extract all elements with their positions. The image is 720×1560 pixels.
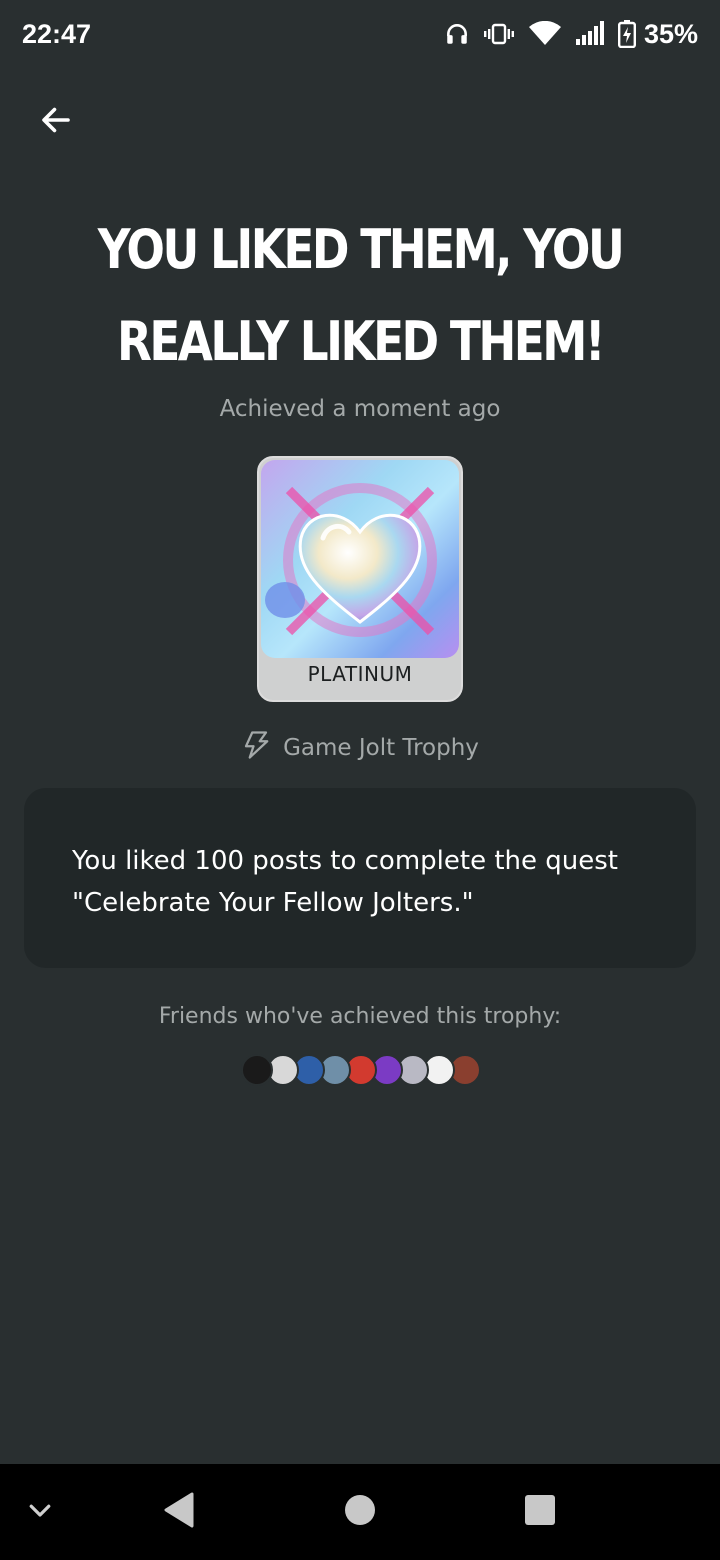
achieved-time: Achieved a moment ago bbox=[219, 396, 501, 422]
jolt-bolt-icon bbox=[241, 730, 271, 766]
trophy-title: YOU LIKED THEM, YOU REALLY LIKED THEM! bbox=[97, 218, 625, 373]
trophy-image bbox=[261, 460, 459, 658]
recents-square-icon bbox=[524, 1494, 556, 1530]
signal-icon bbox=[575, 21, 604, 47]
chevron-down-icon bbox=[25, 1495, 55, 1529]
battery-charging-icon bbox=[617, 20, 636, 48]
trophy-type-label: Game Jolt Trophy bbox=[283, 735, 479, 761]
navigation-bar bbox=[0, 1464, 720, 1560]
trophy-card[interactable]: PLATINUM bbox=[257, 456, 463, 702]
headphones-icon bbox=[444, 21, 470, 47]
arrow-left-icon bbox=[38, 102, 74, 142]
trophy-description: You liked 100 posts to complete the ques… bbox=[72, 846, 618, 918]
description-panel: You liked 100 posts to complete the ques… bbox=[24, 788, 696, 968]
wifi-icon bbox=[528, 21, 562, 47]
home-circle-icon bbox=[344, 1494, 376, 1530]
status-time: 22:47 bbox=[22, 18, 92, 49]
nav-back-button[interactable] bbox=[138, 1464, 218, 1560]
status-bar: 22:47 35% bbox=[0, 0, 720, 68]
friends-label: Friends who've achieved this trophy: bbox=[158, 1004, 562, 1029]
back-triangle-icon bbox=[162, 1492, 194, 1532]
friend-avatars[interactable] bbox=[241, 1054, 481, 1086]
nav-recents-button[interactable] bbox=[500, 1464, 580, 1560]
trophy-type: Game Jolt Trophy bbox=[0, 730, 720, 766]
back-button[interactable] bbox=[34, 100, 78, 144]
trophy-tier: PLATINUM bbox=[307, 662, 413, 686]
status-icons: 35% bbox=[444, 19, 698, 50]
vibrate-icon bbox=[483, 21, 514, 47]
nav-home-button[interactable] bbox=[320, 1464, 400, 1560]
friend-avatar[interactable] bbox=[241, 1054, 273, 1086]
nav-hide-button[interactable] bbox=[0, 1464, 80, 1560]
heart-trophy-icon bbox=[265, 483, 437, 637]
battery-percent: 35% bbox=[643, 18, 698, 49]
